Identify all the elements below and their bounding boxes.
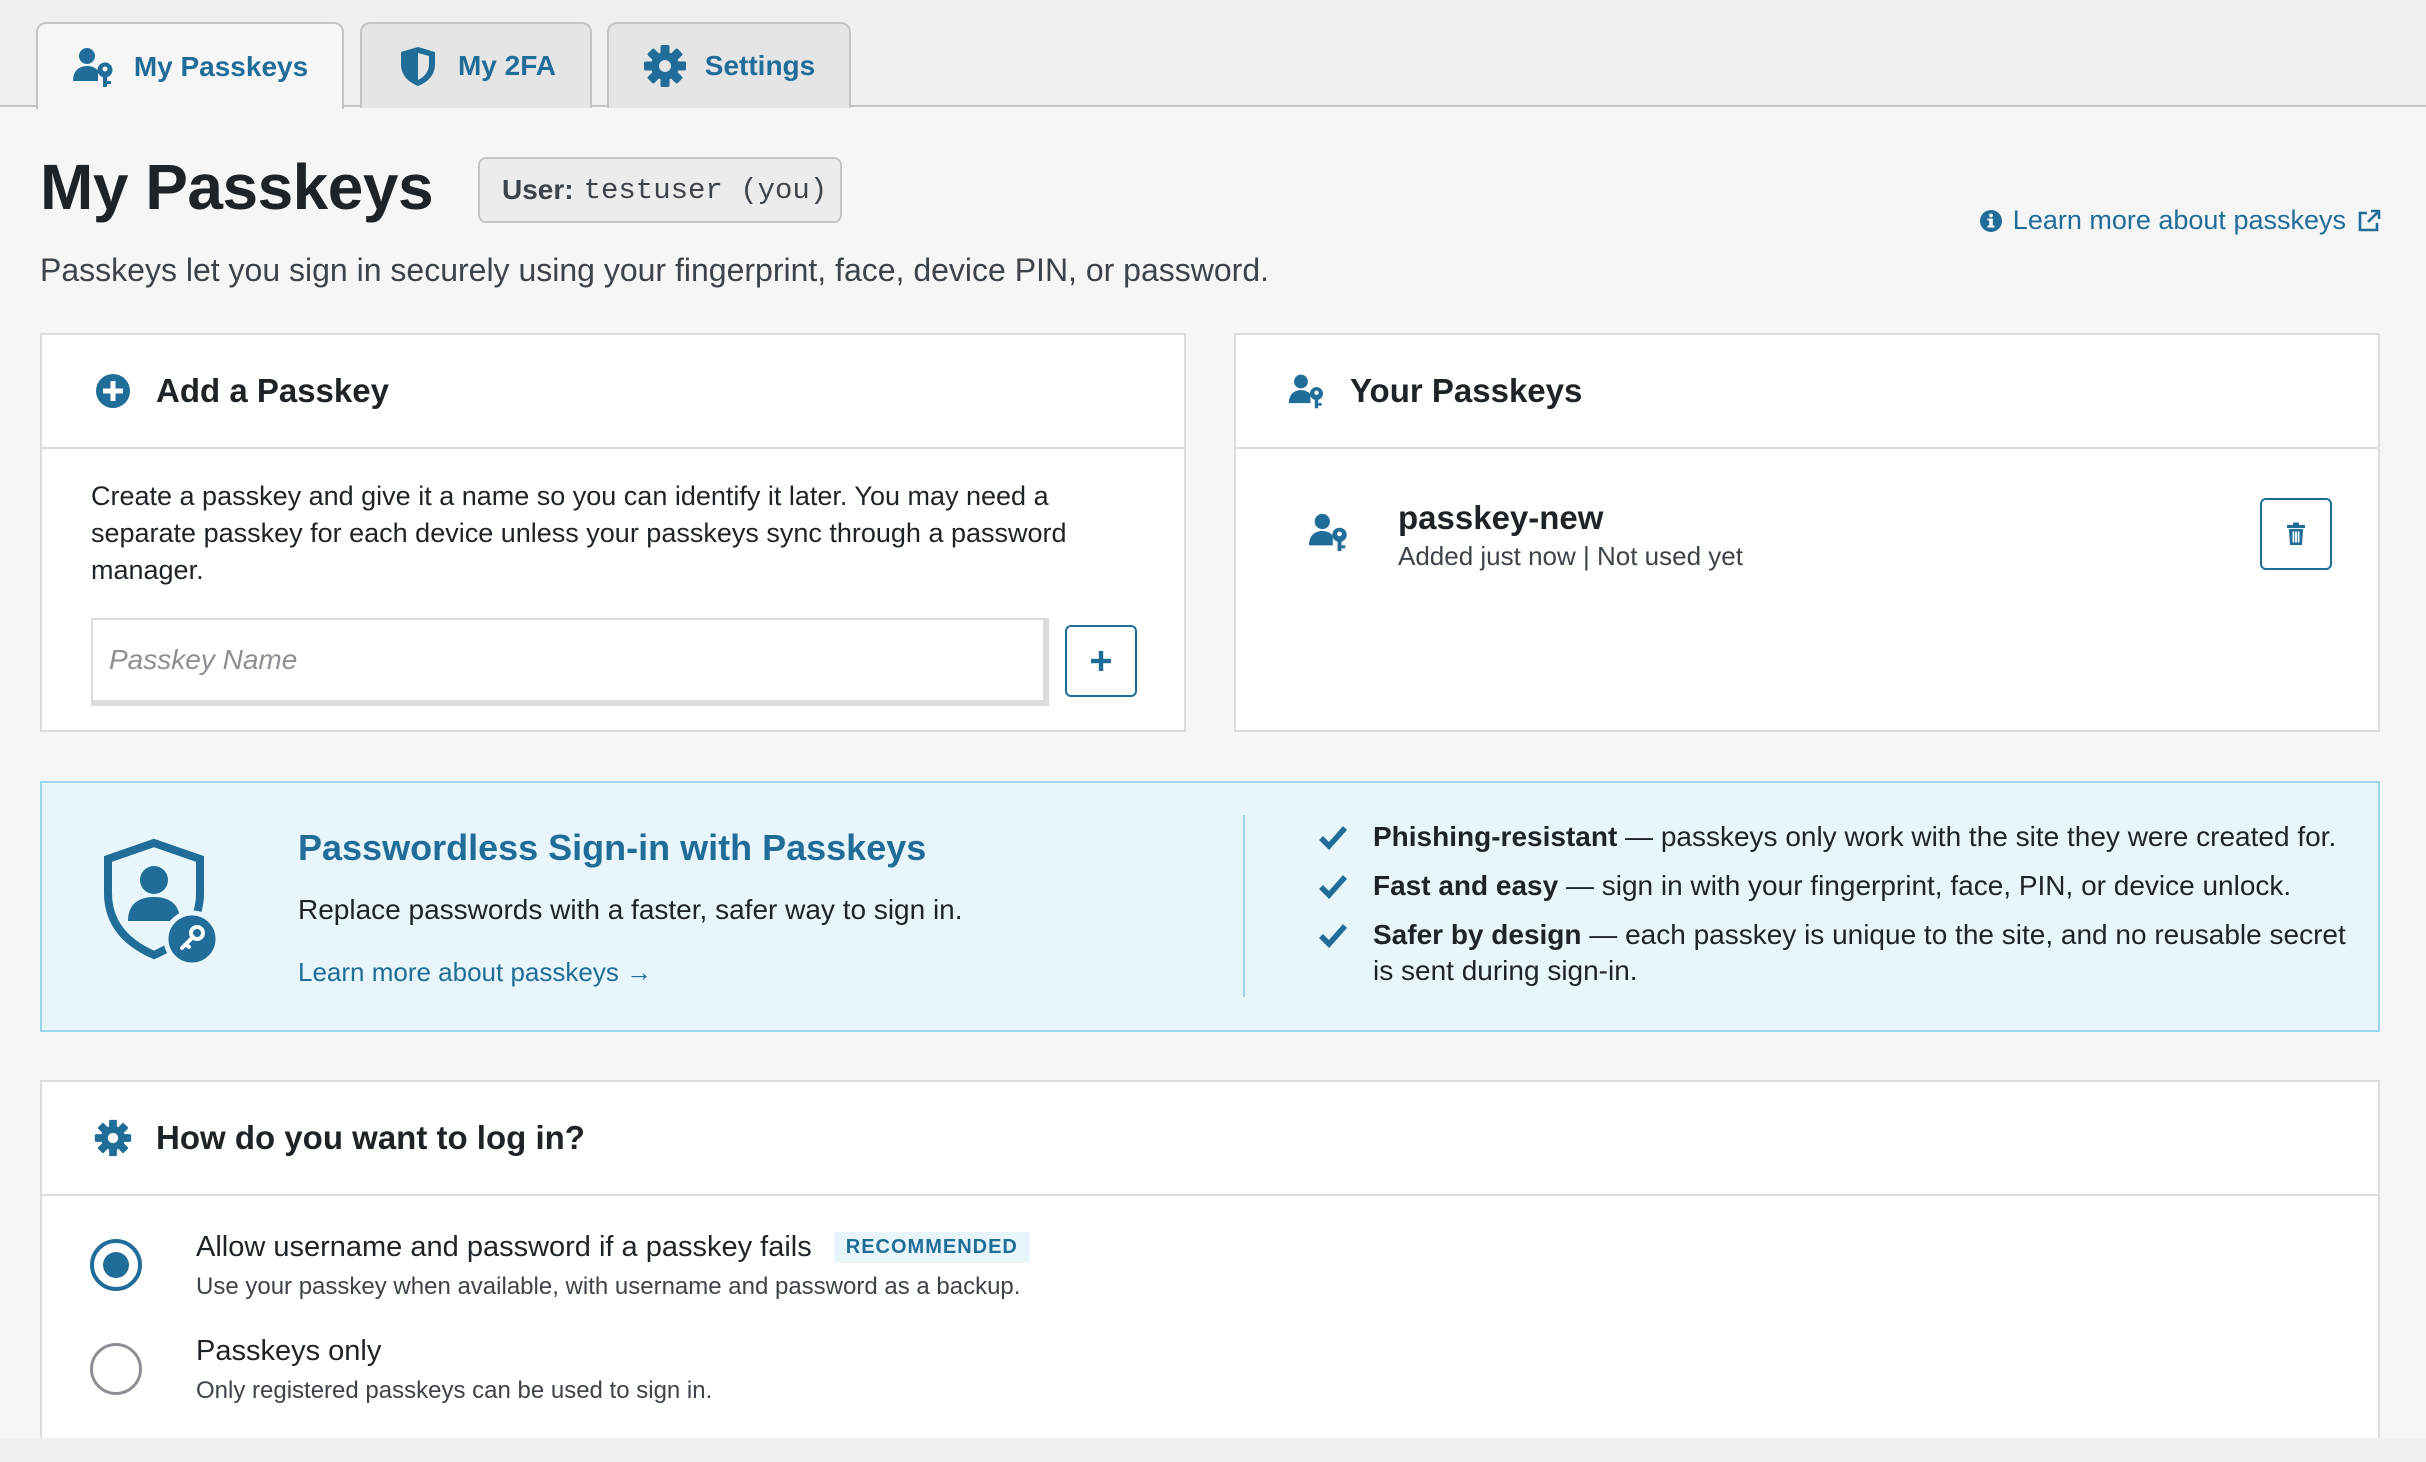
banner-text: Replace passwords with a faster, safer w… (298, 894, 963, 925)
page-title: My Passkeys (40, 151, 434, 223)
passkey-name: passkey-new (1398, 499, 1604, 536)
passkey-meta: Added just now | Not used yet (1398, 541, 1743, 571)
add-passkey-title: Add a Passkey (156, 372, 389, 409)
login-method-title: How do you want to log in? (156, 1119, 585, 1156)
passwordless-info-banner: Passwordless Sign-in with Passkeys Repla… (40, 781, 2380, 1032)
user-key-icon (1288, 374, 1323, 409)
tab-label: Settings (704, 50, 816, 81)
check-icon (1319, 924, 1348, 949)
option-label: Allow username and password if a passkey… (196, 1231, 812, 1263)
delete-passkey-button[interactable] (2260, 498, 2332, 570)
tab-my-2fa[interactable]: My 2FA (360, 22, 592, 108)
bottom-strip (0, 1438, 2426, 1462)
info-icon (1979, 209, 2002, 232)
user-badge: User: testuser (you) (478, 157, 842, 223)
user-badge-label: User: (502, 174, 574, 205)
check-icon (1319, 826, 1348, 851)
benefits-list: Phishing-resistant — passkeys only work … (1318, 819, 2358, 1002)
benefit-text: — sign in with your fingerprint, face, P… (1558, 870, 2292, 901)
your-passkeys-panel: Your Passkeys passkey-new Added just now… (1234, 333, 2380, 732)
tab-my-passkeys[interactable]: My Passkeys (36, 22, 344, 109)
benefit-item: Phishing-resistant — passkeys only work … (1318, 819, 2358, 855)
tab-settings[interactable]: Settings (607, 22, 851, 108)
option-label-row: Allow username and password if a passkey… (196, 1231, 1030, 1264)
benefit-item: Safer by design — each passkey is unique… (1318, 917, 2358, 989)
external-link-icon (2358, 209, 2381, 231)
user-key-icon (1308, 513, 1347, 552)
login-option-password-fallback[interactable]: Allow username and password if a passkey… (90, 1231, 1290, 1311)
benefit-item: Fast and easy — sign in with your finger… (1318, 868, 2358, 904)
plus-icon (1091, 651, 1111, 671)
learn-more-text: Learn more about passkeys (2012, 205, 2346, 235)
tab-bar: My Passkeys My 2FA Settings (0, 0, 2426, 109)
user-badge-value: testuser (you) (583, 173, 828, 207)
your-passkeys-header: Your Passkeys (1236, 335, 2378, 449)
option-label: Passkeys only (196, 1335, 382, 1367)
tab-label: My Passkeys (133, 50, 309, 82)
page-subtitle: Passkeys let you sign in securely using … (40, 252, 1270, 288)
benefit-text: — passkeys only work with the site they … (1617, 821, 2337, 852)
user-key-icon (72, 47, 113, 87)
recommended-badge: RECOMMENDED (833, 1232, 1030, 1263)
banner-divider (1243, 815, 1245, 997)
learn-more-link[interactable]: Learn more about passkeys (1979, 205, 2382, 236)
benefit-title: Safer by design (1373, 919, 1582, 950)
login-method-panel: How do you want to log in? Allow usernam… (40, 1080, 2380, 1440)
tab-label: My 2FA (457, 50, 557, 81)
option-description: Only registered passkeys can be used to … (196, 1377, 713, 1404)
benefit-title: Fast and easy (1373, 870, 1559, 901)
benefit-title: Phishing-resistant (1373, 821, 1618, 852)
banner-learn-more-link[interactable]: Learn more about passkeys → (298, 957, 652, 988)
plus-circle-icon (96, 374, 130, 408)
check-icon (1319, 875, 1348, 900)
radio-passkeys-only[interactable] (90, 1343, 142, 1395)
add-passkey-button[interactable] (1065, 625, 1137, 697)
option-description: Use your passkey when available, with us… (196, 1273, 1021, 1300)
gear-icon (643, 45, 686, 87)
add-passkey-panel: Add a Passkey Create a passkey and give … (40, 333, 1186, 732)
login-method-header: How do you want to log in? (42, 1082, 2378, 1196)
shield-icon (400, 47, 435, 86)
banner-title: Passwordless Sign-in with Passkeys (298, 827, 927, 868)
shield-user-key-icon (104, 838, 221, 968)
passkey-item: passkey-new Added just now | Not used ye… (1236, 449, 2378, 619)
trash-icon (2287, 522, 2305, 545)
add-passkey-header: Add a Passkey (42, 335, 1184, 449)
passkey-name-input[interactable] (91, 618, 1049, 706)
your-passkeys-title: Your Passkeys (1350, 372, 1583, 409)
option-label-row: Passkeys only (196, 1335, 381, 1368)
gear-icon (94, 1119, 132, 1157)
login-option-passkeys-only[interactable]: Passkeys only Only registered passkeys c… (90, 1335, 1290, 1415)
add-passkey-description: Create a passkey and give it a name so y… (91, 481, 1067, 585)
radio-password-fallback[interactable] (90, 1239, 142, 1291)
